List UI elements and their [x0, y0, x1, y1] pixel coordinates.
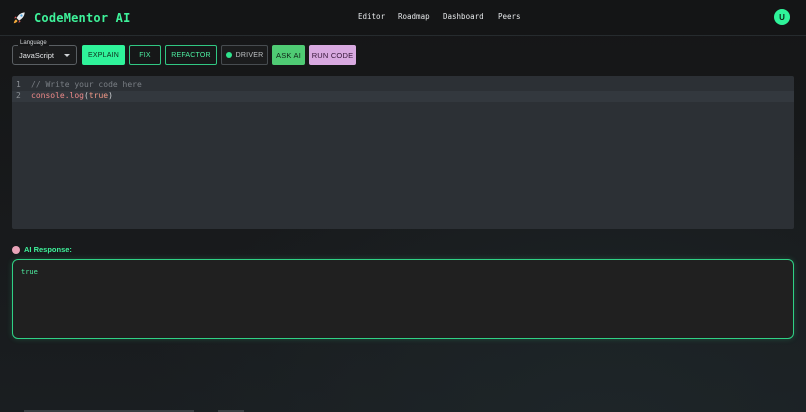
code-editor[interactable]: 1 // Write your code here 2 console.log(…: [12, 76, 794, 229]
language-value: JavaScript: [19, 51, 55, 60]
chevron-down-icon: [64, 54, 70, 57]
code-line[interactable]: console.log(true): [31, 91, 113, 100]
nav-item-roadmap[interactable]: Roadmap: [398, 12, 430, 21]
code-token-paren: ): [108, 91, 113, 100]
driver-label: DRIVER: [235, 51, 264, 59]
ai-response-heading: AI Response:: [12, 245, 72, 254]
top-navbar: CodeMentor AI Editor Roadmap Dashboard P…: [0, 0, 806, 36]
nav-item-dashboard[interactable]: Dashboard: [443, 12, 484, 21]
nav-item-peers[interactable]: Peers: [498, 12, 521, 21]
ai-response-label: AI Response:: [24, 245, 72, 254]
driver-toggle[interactable]: DRIVER: [221, 45, 268, 65]
brand[interactable]: CodeMentor AI: [12, 9, 131, 27]
fix-button[interactable]: FIX: [129, 45, 161, 65]
app-title: CodeMentor AI: [34, 11, 131, 25]
code-line[interactable]: // Write your code here: [31, 80, 142, 89]
active-line-highlight: [12, 91, 794, 102]
brain-icon: [12, 245, 20, 254]
run-code-button[interactable]: RUN CODE: [309, 45, 356, 65]
line-number: 2: [16, 91, 21, 100]
code-token-boolean: true: [88, 91, 109, 100]
nav-item-editor[interactable]: Editor: [358, 12, 385, 21]
explain-button[interactable]: EXPLAIN: [82, 45, 125, 65]
language-select[interactable]: Language JavaScript: [12, 40, 77, 65]
ai-response-text: true: [21, 268, 38, 276]
status-dot-icon: [225, 52, 232, 58]
refactor-button[interactable]: REFACTOR: [165, 45, 217, 65]
rocket-icon: [13, 12, 25, 24]
code-token-identifier: console.log: [31, 91, 84, 100]
language-label: Language: [18, 40, 49, 46]
ai-response-panel[interactable]: true: [12, 259, 794, 339]
ask-ai-button[interactable]: ASK AI: [272, 45, 305, 65]
user-avatar[interactable]: U: [774, 9, 790, 25]
line-number: 1: [16, 80, 21, 89]
